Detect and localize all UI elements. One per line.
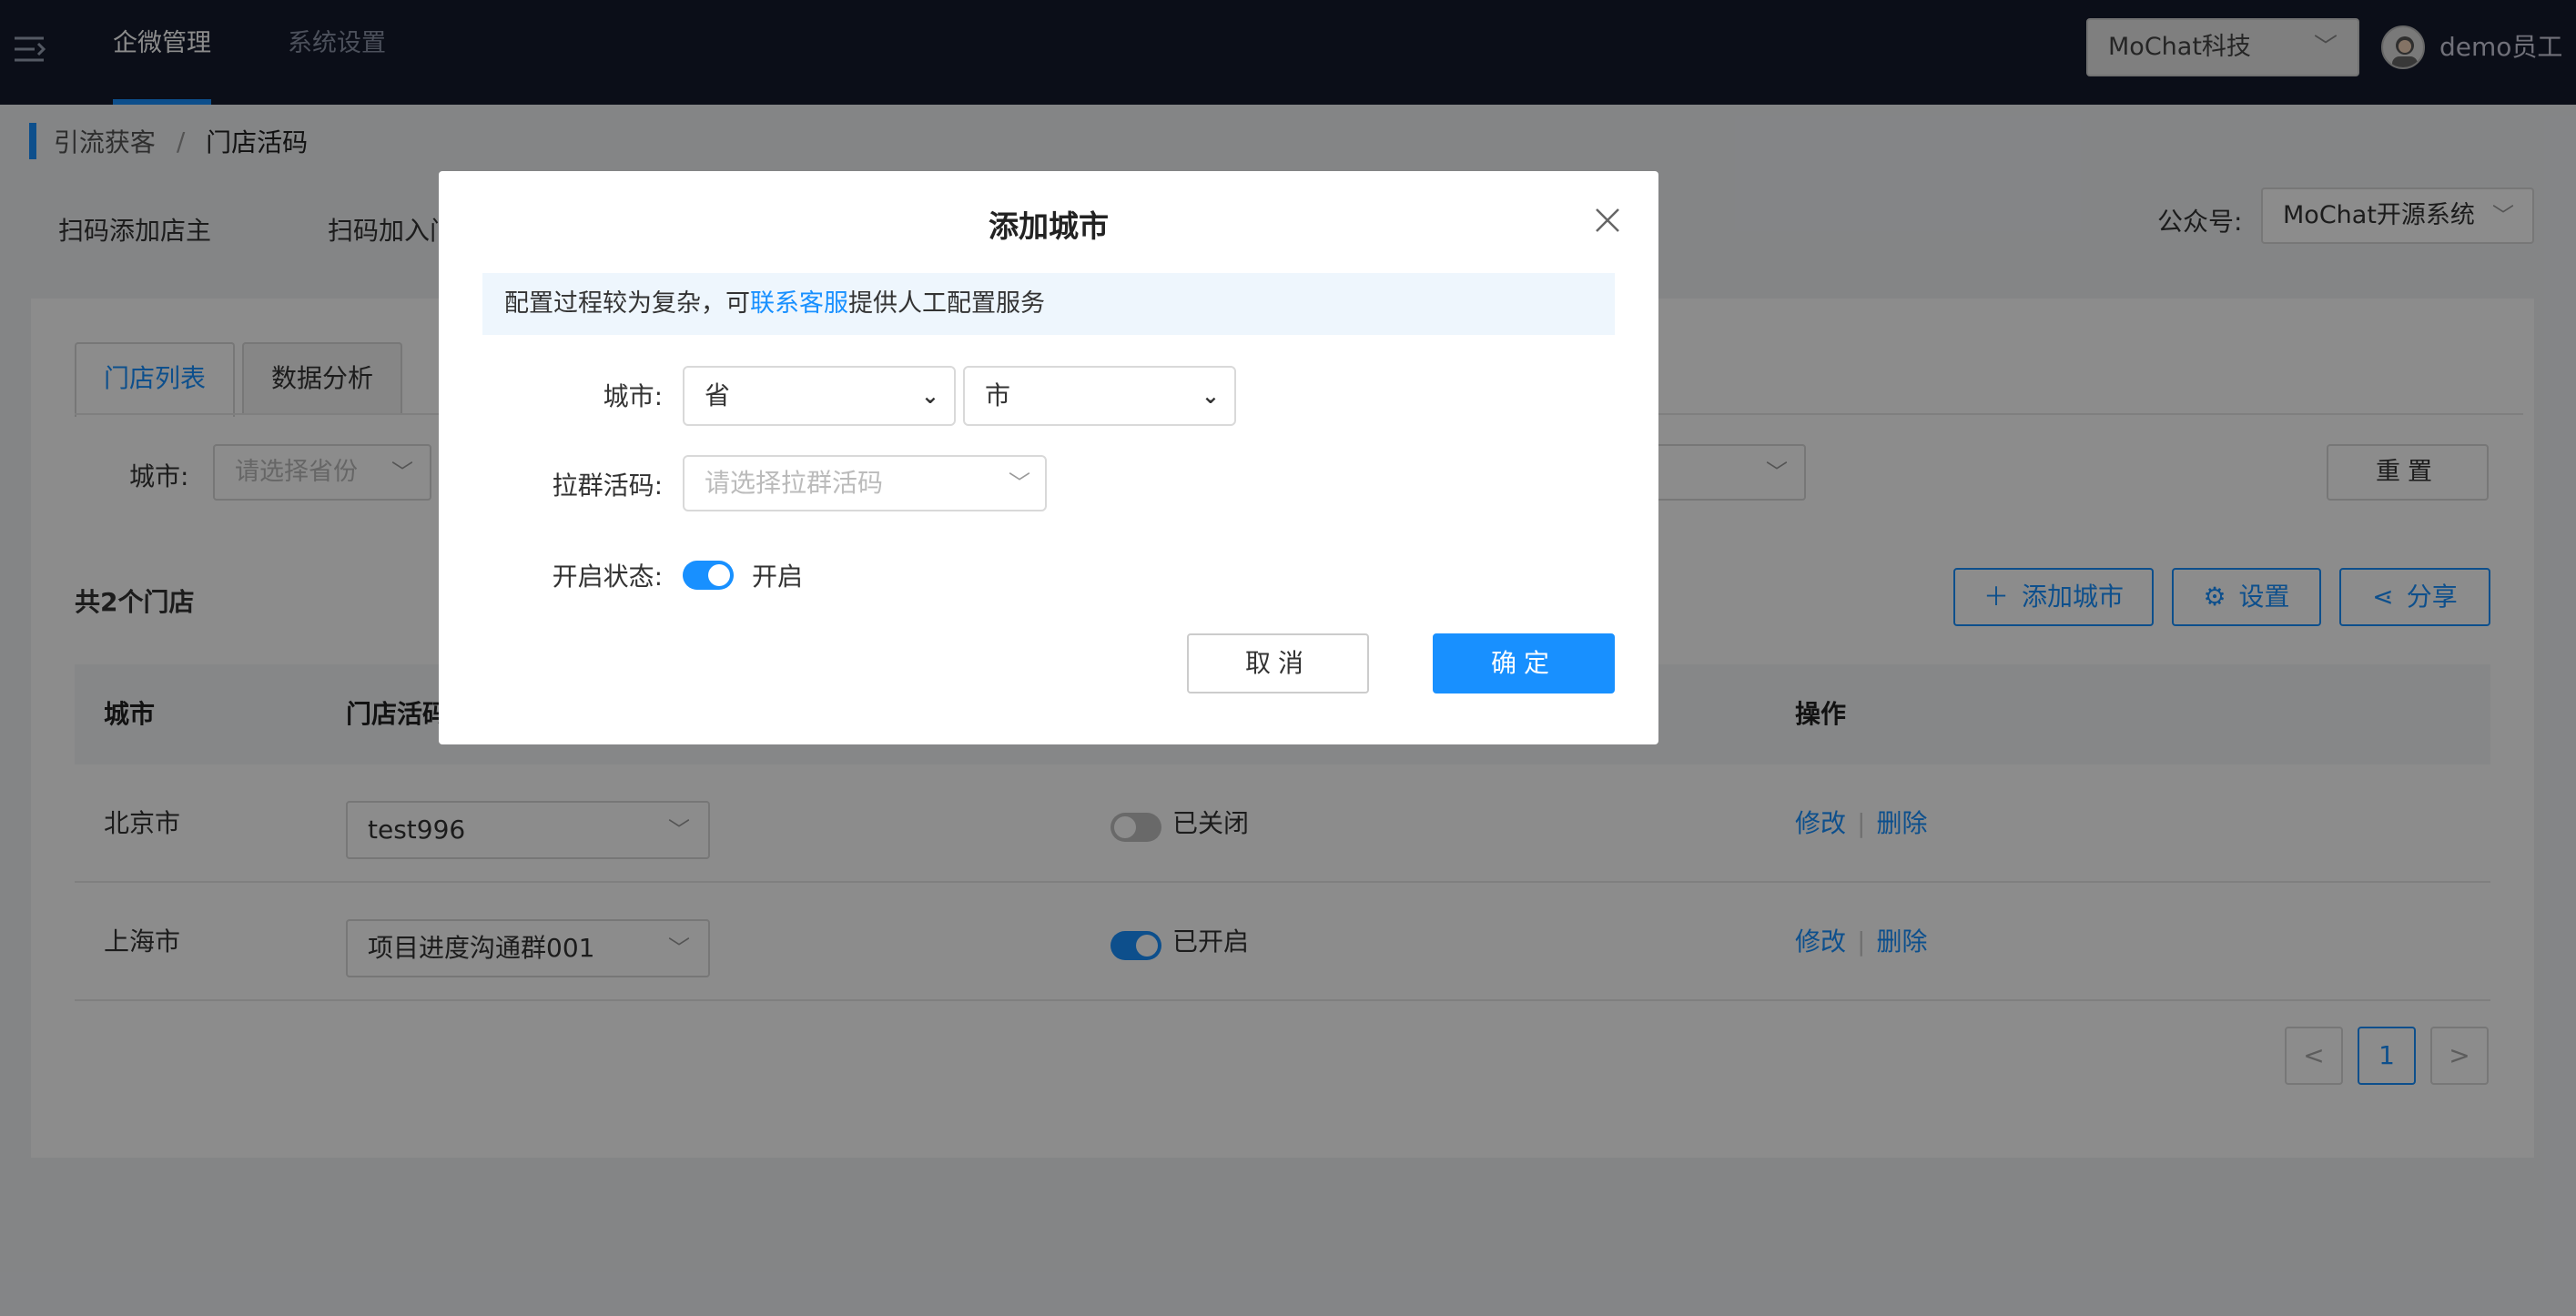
- group-code-field-label: 拉群活码:: [552, 471, 663, 501]
- cancel-button[interactable]: 取消: [1187, 633, 1369, 693]
- group-code-placeholder: 请选择拉群活码: [705, 468, 884, 498]
- contact-support-link[interactable]: 联系客服: [750, 289, 848, 318]
- toggle-knob: [708, 564, 730, 586]
- chevron-down-icon: ﹀: [1009, 471, 1030, 496]
- city-field-label: 城市:: [603, 381, 663, 411]
- confirm-button[interactable]: 确定: [1433, 633, 1615, 693]
- chevron-down-icon: ⌄: [920, 383, 939, 409]
- city-select[interactable]: 市 ⌄: [963, 366, 1236, 426]
- province-select[interactable]: 省 ⌄: [683, 366, 956, 426]
- notice-suffix: 提供人工配置服务: [848, 289, 1045, 318]
- close-icon[interactable]: [1593, 206, 1622, 235]
- add-city-modal: 添加城市 配置过程较为复杂，可联系客服提供人工配置服务 城市: 省 ⌄ 市 ⌄ …: [439, 171, 1658, 744]
- toggle-switch[interactable]: [683, 561, 734, 590]
- modal-notice: 配置过程较为复杂，可联系客服提供人工配置服务: [482, 273, 1615, 335]
- city-select-value: 市: [985, 380, 1011, 410]
- status-toggle[interactable]: [683, 561, 734, 593]
- modal-title: 添加城市: [989, 208, 1109, 244]
- province-select-value: 省: [705, 380, 731, 410]
- status-toggle-label: 开启: [752, 562, 804, 592]
- chevron-down-icon: ⌄: [1201, 383, 1220, 409]
- notice-prefix: 配置过程较为复杂，可: [504, 289, 750, 318]
- group-code-select[interactable]: 请选择拉群活码 ﹀: [683, 455, 1047, 511]
- status-field-label: 开启状态:: [552, 562, 663, 592]
